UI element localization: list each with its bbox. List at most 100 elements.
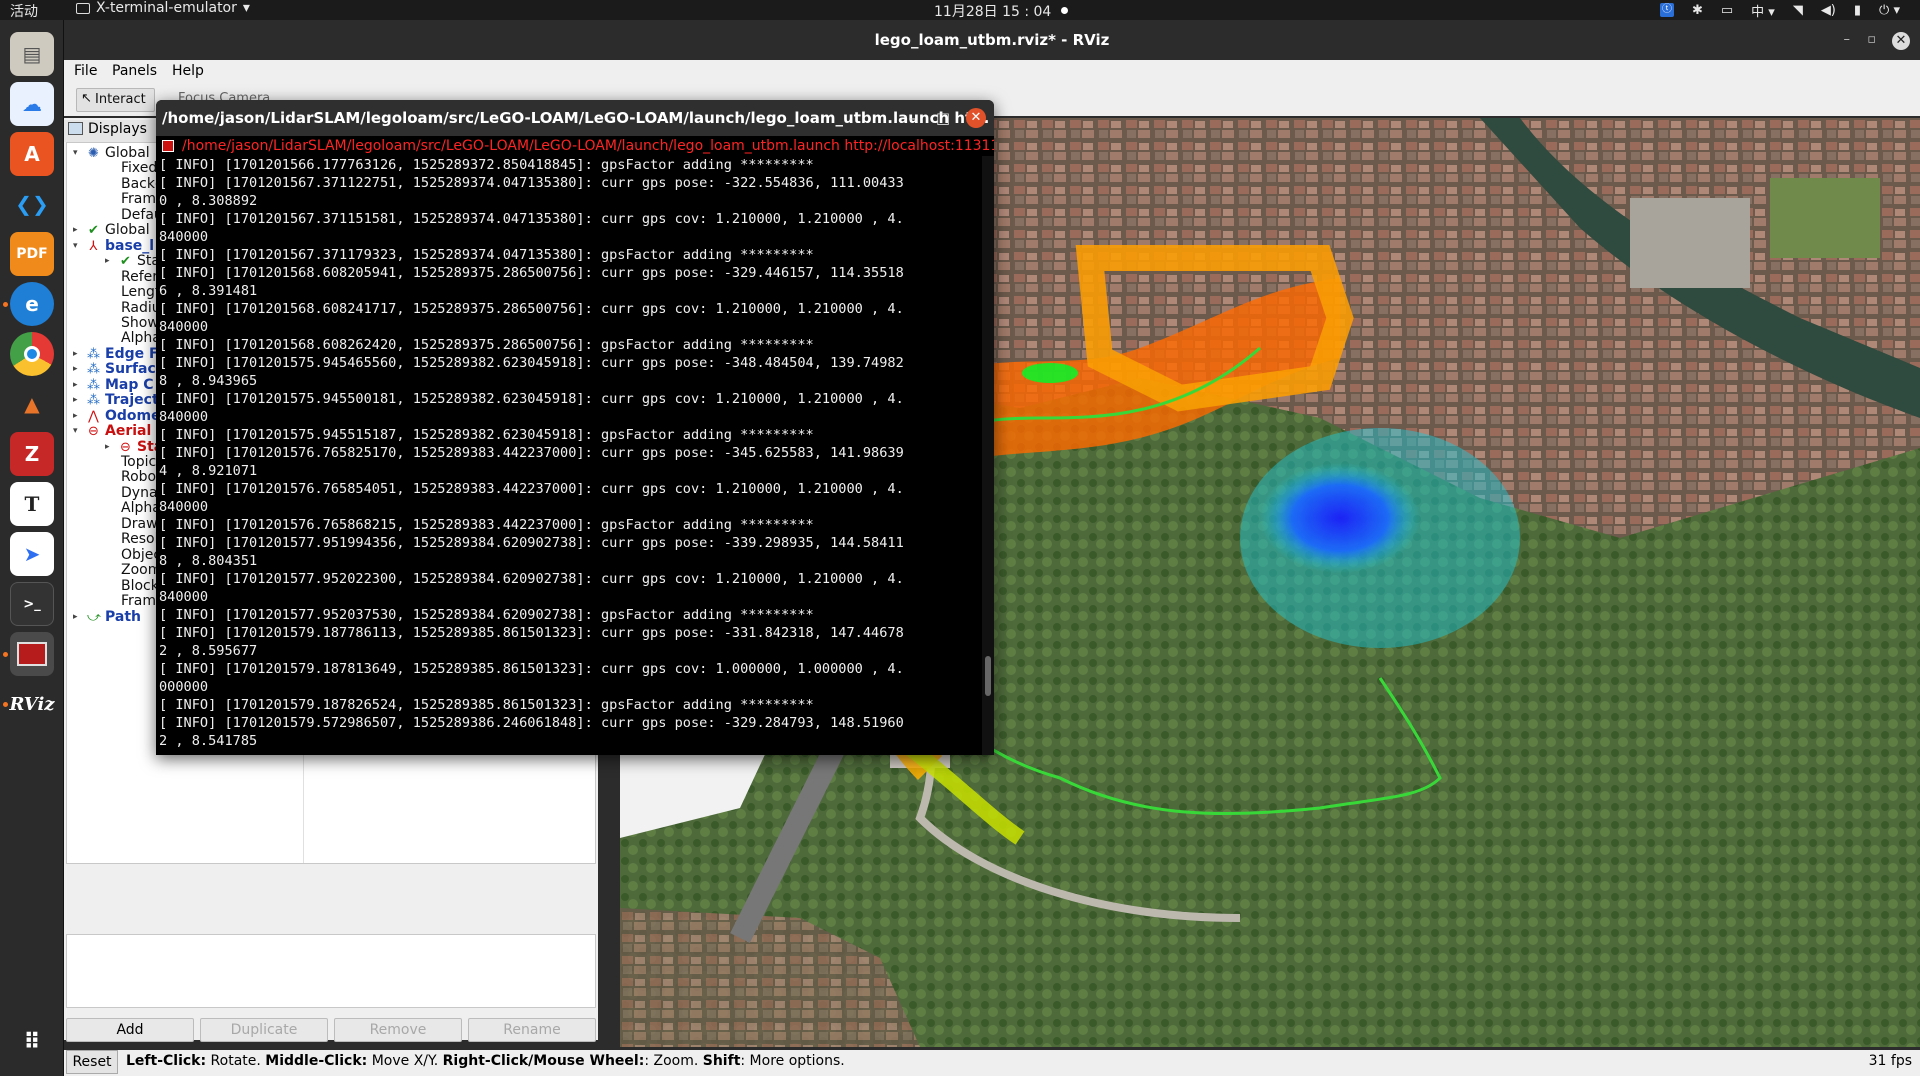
baidunetdisk-icon[interactable]: ☁	[10, 82, 54, 126]
terminal-line: [ INFO] [1701201579.572986507, 152528938…	[159, 715, 904, 731]
error-icon: ⊖	[88, 424, 99, 440]
terminal-line: [ INFO] [1701201579.187813649, 152528938…	[159, 661, 904, 677]
notification-dot-icon	[1061, 7, 1069, 14]
terminal-output[interactable]: [ INFO] [1701201566.177763126, 152528937…	[156, 156, 982, 755]
chrome-icon[interactable]	[10, 332, 54, 376]
terminal-line: [ INFO] [1701201577.952022300, 152528938…	[159, 571, 904, 587]
terminal-line: 840000	[159, 499, 209, 515]
status-hint-part: Rotate.	[206, 1053, 266, 1069]
feishu-icon[interactable]: ➤	[10, 532, 54, 576]
rename-display-button[interactable]: Rename	[468, 1018, 596, 1042]
terminal-window[interactable]: /home/jason/LidarSLAM/legoloam/src/LeGO-…	[156, 100, 994, 755]
menu-panels[interactable]: Panels	[112, 63, 157, 79]
remove-display-button[interactable]: Remove	[334, 1018, 462, 1042]
power-icon[interactable]: ⏻ ▾	[1879, 3, 1900, 18]
terminal-line: [ INFO] [1701201575.945515187, 152528938…	[159, 427, 814, 443]
terminal-titlebar: /home/jason/LidarSLAM/legoloam/src/LeGO-…	[156, 100, 994, 136]
volume-icon[interactable]: ◀)	[1821, 3, 1836, 18]
chevron-down-icon[interactable]: ▾	[73, 422, 78, 441]
terminal-line: 8 , 8.804351	[159, 553, 258, 569]
status-hint-part: Shift	[702, 1053, 741, 1069]
running-indicator	[3, 302, 8, 307]
app-menu-label: X-terminal-emulator	[96, 0, 237, 16]
terminal-line: [ INFO] [1701201567.371122751, 152528937…	[159, 175, 904, 191]
window-title: lego_loam_utbm.rviz* - RViz	[874, 31, 1110, 49]
files-icon[interactable]: ▤	[10, 32, 54, 76]
parking-lot	[1630, 198, 1750, 288]
bluetooth-icon[interactable]: ✱	[1692, 3, 1703, 18]
terminal-line: [ INFO] [1701201577.952037530, 152528938…	[159, 607, 814, 623]
typora-icon[interactable]: T	[10, 482, 54, 526]
chevron-right-icon[interactable]: ▸	[73, 608, 78, 627]
terminal-line: [ INFO] [1701201579.187786113, 152528938…	[159, 625, 904, 641]
minimize-button[interactable]: –	[1844, 20, 1851, 60]
keyboard-icon[interactable]: ▭	[1721, 3, 1733, 18]
terminal-icon[interactable]: >_	[10, 582, 54, 626]
terminal-line: 000000	[159, 679, 209, 695]
apps-grid-icon[interactable]: ⠿	[10, 1020, 54, 1064]
terminal-close-button[interactable]: ✕	[966, 108, 986, 128]
interact-tool-button[interactable]: ↖ Interact	[76, 88, 155, 112]
status-hint-part: : Zoom.	[644, 1053, 703, 1069]
scrollbar-thumb[interactable]	[985, 656, 991, 696]
terminal-line: [ INFO] [1701201576.765868215, 152528938…	[159, 517, 814, 533]
terminal-line: 2 , 8.541785	[159, 733, 258, 749]
terminal-line: 8 , 8.943965	[159, 373, 258, 389]
terminator-icon[interactable]	[10, 632, 54, 676]
fps-counter: 31 fps	[1868, 1053, 1912, 1069]
cursor-icon: ↖	[81, 91, 92, 106]
chevron-down-icon: ▾	[242, 0, 250, 16]
app-menu[interactable]: X-terminal-emulator ▾	[76, 0, 250, 16]
input-method-menu[interactable]: 中 ▾	[1751, 1, 1775, 20]
terminal-line: [ INFO] [1701201576.765825170, 152528938…	[159, 445, 904, 461]
terminal-line: [ INFO] [1701201566.177763126, 152528937…	[159, 157, 814, 173]
interact-tool-label: Interact	[95, 92, 146, 107]
clock[interactable]: 11月28日 15 : 04	[934, 1, 1069, 21]
add-display-button[interactable]: Add	[66, 1018, 194, 1042]
close-button[interactable]: ✕	[1892, 32, 1910, 50]
chevron-down-icon[interactable]: ▾	[73, 144, 78, 163]
status-bar: Reset Left-Click: Rotate. Middle-Click: …	[64, 1050, 1920, 1076]
edge-icon[interactable]: e	[10, 282, 54, 326]
pdf-editor-icon[interactable]: PDF	[10, 232, 54, 276]
menu-help[interactable]: Help	[172, 63, 204, 79]
terminal-line: [ INFO] [1701201576.765854051, 152528938…	[159, 481, 904, 497]
reset-button[interactable]: Reset	[66, 1050, 118, 1074]
system-top-bar: 活动 X-terminal-emulator ▾ 11月28日 15 : 04 …	[0, 0, 1920, 20]
chevron-right-icon[interactable]: ▸	[105, 252, 110, 271]
chevron-down-icon[interactable]: ▾	[73, 237, 78, 256]
terminal-line: [ INFO] [1701201568.608241717, 152528937…	[159, 301, 904, 317]
duplicate-display-button[interactable]: Duplicate	[200, 1018, 328, 1042]
menu-file[interactable]: File	[74, 63, 97, 79]
battery-icon[interactable]: ▮	[1854, 3, 1861, 18]
rviz-icon[interactable]: RViz	[9, 682, 54, 726]
window-icon	[76, 2, 90, 14]
terminal-minimize-button[interactable]: –	[909, 100, 917, 136]
terminal-line: [ INFO] [1701201577.951994356, 152528938…	[159, 535, 904, 551]
vscode-icon[interactable]: ❮❯	[10, 182, 54, 226]
terminal-line: 2 , 8.595677	[159, 643, 258, 659]
terminal-line: 840000	[159, 589, 209, 605]
chevron-right-icon[interactable]: ▸	[105, 438, 110, 457]
rviz-titlebar: lego_loam_utbm.rviz* - RViz – ▫ ✕	[64, 20, 1920, 60]
network-icon[interactable]: ◥	[1793, 3, 1803, 18]
terminal-tab[interactable]: /home/jason/LidarSLAM/legoloam/src/LeGO-…	[156, 136, 994, 156]
sports-field	[1770, 178, 1880, 258]
terminal-line: 840000	[159, 229, 209, 245]
matlab-icon[interactable]: ▲	[10, 382, 54, 426]
terminal-title: /home/jason/LidarSLAM/legoloam/src/LeGO-…	[162, 109, 990, 127]
terminal-line: [ INFO] [1701201575.945500181, 152528938…	[159, 391, 904, 407]
clock-label: 11月28日 15 : 04	[934, 4, 1052, 20]
terminal-maximize-button[interactable]: □	[936, 100, 950, 136]
zotero-icon[interactable]: Z	[10, 432, 54, 476]
maximize-button[interactable]: ▫	[1867, 20, 1876, 60]
terminal-tab-title: /home/jason/LidarSLAM/legoloam/src/LeGO-…	[182, 138, 994, 154]
terminal-scrollbar[interactable]	[982, 156, 994, 755]
menu-bar: File Panels Help	[64, 60, 1920, 84]
app-store-icon[interactable]: A	[10, 132, 54, 176]
status-hint-part: Right-Click/Mouse Wheel:	[442, 1053, 645, 1069]
terminal-line: [ INFO] [1701201567.371151581, 152528937…	[159, 211, 904, 227]
tray-app-icon[interactable]: ⓣ	[1659, 3, 1674, 17]
activities-button[interactable]: 活动	[10, 1, 38, 21]
terminal-line: [ INFO] [1701201575.945465560, 152528938…	[159, 355, 904, 371]
